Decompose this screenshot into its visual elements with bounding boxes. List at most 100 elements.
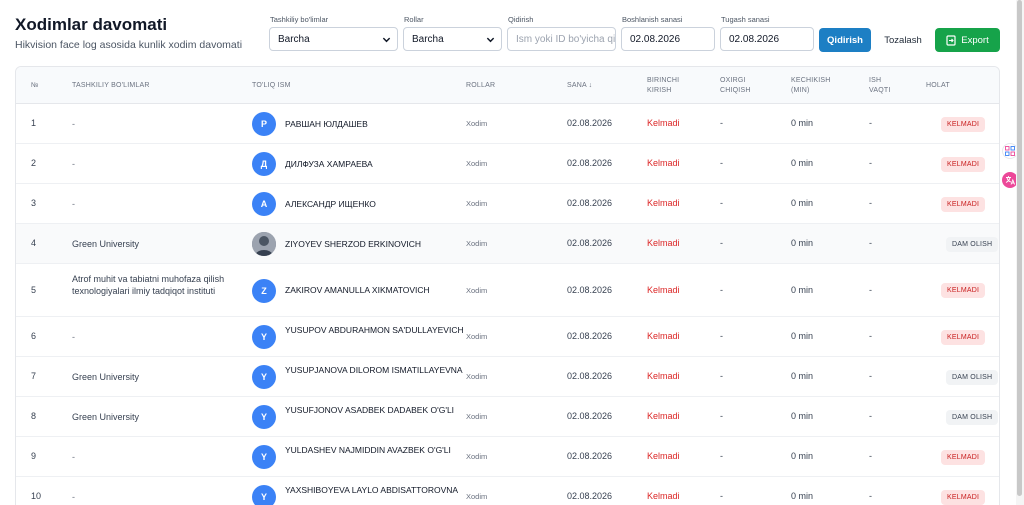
status-badge: KELMADI (941, 449, 986, 465)
row-last-out: - (720, 198, 723, 208)
user-photo-icon (252, 232, 276, 256)
row-number: 2 (31, 158, 37, 168)
row-date: 02.08.2026 (567, 238, 613, 248)
row-date: 02.08.2026 (567, 331, 613, 341)
table-row[interactable]: 5 Atrof muhit va tabiatni muhofaza qilish… (16, 264, 999, 317)
row-role: Xodim (466, 372, 488, 381)
row-first-in: Kelmadi (647, 331, 680, 341)
row-late-minutes: 0 min (791, 238, 814, 248)
table-row[interactable]: 10 - Y YAXSHIBOYEVA LAYLO ABDISATTOROVNA Xod… (16, 477, 999, 505)
row-department: Green University (72, 239, 140, 249)
row-full-name[interactable]: РАВШАН ЮЛДАШЕВ (285, 118, 465, 131)
row-first-in: Kelmadi (647, 451, 680, 461)
row-date: 02.08.2026 (567, 411, 613, 421)
row-department: - (72, 332, 75, 342)
table-row[interactable]: 2 - Д ДИЛФУЗА ХАМРАЕВА Xodim 02.08.2026 Kelmad… (16, 144, 999, 184)
avatar: Y (252, 445, 276, 469)
row-work-time: - (869, 158, 872, 168)
avatar: Р (252, 112, 276, 136)
status-badge: KELMADI (941, 156, 986, 172)
row-last-out: - (720, 238, 723, 248)
chevron-down-icon (382, 37, 391, 43)
table-row[interactable]: 8 Green University Y YUSUFJONOV ASADBEK DAD… (16, 397, 999, 437)
col-header-last-out[interactable]: OXIRGI CHIQISH (720, 76, 751, 96)
row-first-in: Kelmadi (647, 411, 680, 421)
row-number: 6 (31, 331, 37, 341)
col-header-work-line2: VAQTI (869, 87, 891, 94)
row-number: 4 (31, 238, 37, 248)
row-first-in: Kelmadi (647, 284, 680, 295)
row-number: 8 (31, 411, 37, 421)
export-button[interactable]: Export (935, 28, 1000, 52)
row-late-minutes: 0 min (791, 491, 814, 501)
search-input[interactable]: Ism yoki ID bo'yicha qid (507, 27, 616, 51)
row-full-name[interactable]: YUSUPJANOVA DILOROM ISMATILLAYEVNA (285, 364, 465, 377)
row-role: Xodim (466, 332, 488, 341)
roles-select-value: Barcha (412, 33, 444, 45)
row-number: 3 (31, 198, 37, 208)
avatar (252, 232, 276, 256)
row-work-time: - (869, 198, 872, 208)
row-full-name[interactable]: ZAKIROV AMANULLA XIKMATOVICH (285, 284, 465, 297)
row-last-out: - (720, 451, 723, 461)
start-date-label: Boshlanish sanasi (622, 15, 683, 24)
row-role: Xodim (466, 159, 488, 168)
row-late-minutes: 0 min (791, 331, 814, 341)
col-header-dept[interactable]: TASHKILIY BO'LIMLAR (72, 81, 150, 91)
end-date-label: Tugash sanasi (721, 15, 770, 24)
search-button[interactable]: Qidirish (819, 28, 871, 52)
row-full-name[interactable]: ZIYOYEV SHERZOD ERKINOVICH (285, 238, 465, 251)
row-last-out: - (720, 284, 723, 295)
row-department: Green University (72, 372, 140, 382)
roles-filter-label: Rollar (404, 15, 424, 24)
col-header-num: № (31, 82, 39, 89)
row-full-name[interactable]: YULDASHEV NAJMIDDIN AVAZBEK O'G'LI (285, 444, 465, 457)
row-work-time: - (869, 491, 872, 501)
row-department: Atrof muhit va tabiatni muhofaza qilish … (72, 273, 225, 296)
scrollbar-thumb[interactable] (1017, 0, 1022, 496)
col-header-date[interactable]: SANA ↓ (567, 81, 592, 91)
avatar: Y (252, 485, 276, 505)
col-header-work-line1: ISH (869, 77, 882, 84)
row-full-name[interactable]: YUSUFJONOV ASADBEK DADABEK O'G'LI (285, 404, 465, 417)
row-work-time: - (869, 331, 872, 341)
row-last-out: - (720, 158, 723, 168)
clear-button[interactable]: Tozalash (878, 28, 928, 52)
row-late-minutes: 0 min (791, 451, 814, 461)
export-button-label: Export (961, 34, 989, 46)
row-last-out: - (720, 371, 723, 381)
department-select[interactable]: Barcha (269, 27, 398, 51)
row-work-time: - (869, 118, 872, 128)
table-row[interactable]: 4 Green University ZIYOYEV SHERZOD ERKINOV… (16, 224, 999, 264)
col-header-late-line1: KECHIKISH (791, 77, 831, 84)
col-header-first-in[interactable]: BIRINCHI KIRISH (647, 76, 679, 96)
row-full-name[interactable]: ДИЛФУЗА ХАМРАЕВА (285, 158, 465, 171)
row-full-name[interactable]: АЛЕКСАНДР ИЩЕНКО (285, 198, 465, 211)
page-subtitle: Hikvision face log asosida kunlik xodim … (15, 39, 243, 51)
row-first-in: Kelmadi (647, 491, 680, 501)
avatar: А (252, 192, 276, 216)
roles-select[interactable]: Barcha (403, 27, 502, 51)
col-header-status[interactable]: HOLAT (926, 81, 950, 91)
row-first-in: Kelmadi (647, 118, 680, 128)
end-date-input[interactable]: 02.08.2026 (720, 27, 814, 51)
table-row[interactable]: 3 - А АЛЕКСАНДР ИЩЕНКО Xodim 02.08.2026 Kelmad… (16, 184, 999, 224)
start-date-input[interactable]: 02.08.2026 (621, 27, 715, 51)
row-first-in: Kelmadi (647, 198, 680, 208)
export-icon (946, 34, 956, 46)
table-row[interactable]: 1 - Р РАВШАН ЮЛДАШЕВ Xodim 02.08.2026 Kelmadi -… (16, 104, 999, 144)
col-header-name[interactable]: TO'LIQ ISM (252, 81, 291, 91)
avatar: Д (252, 152, 276, 176)
col-header-work[interactable]: ISH VAQTI (869, 76, 890, 96)
table-row[interactable]: 9 - Y YULDASHEV NAJMIDDIN AVAZBEK O'G'LI Xod… (16, 437, 999, 477)
col-header-late-line2: (MIN) (791, 87, 810, 94)
row-full-name[interactable]: YAXSHIBOYEVA LAYLO ABDISATTOROVNA (285, 484, 465, 497)
col-header-late[interactable]: KECHIKISH (MIN) (791, 76, 831, 96)
row-role: Xodim (466, 452, 488, 461)
row-full-name[interactable]: YUSUPOV ABDURAHMON SA'DULLAYEVICH (285, 324, 465, 337)
table-row[interactable]: 7 Green University Y YUSUPJANOVA DILOROM IS… (16, 357, 999, 397)
col-header-role[interactable]: ROLLAR (466, 81, 495, 91)
chevron-down-icon (486, 37, 495, 43)
row-role: Xodim (466, 119, 488, 128)
table-row[interactable]: 6 - Y YUSUPOV ABDURAHMON SA'DULLAYEVICH Xodi… (16, 317, 999, 357)
